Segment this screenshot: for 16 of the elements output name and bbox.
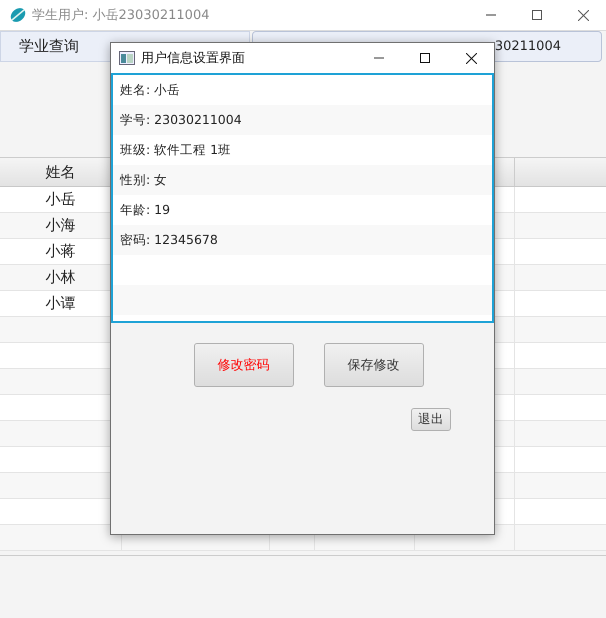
leaf-icon [10,7,26,23]
window-icon [119,51,135,65]
window-title: 学生用户: 小岳23030211004 [32,7,210,24]
info-item[interactable]: 姓名: 小岳 [113,75,492,105]
dialog-title: 用户信息设置界面 [141,50,245,67]
exit-button[interactable]: 退出 [411,408,451,431]
maximize-icon [532,10,542,20]
info-item[interactable]: 学号: 23030211004 [113,105,492,135]
info-item[interactable]: 密码: 12345678 [113,225,492,255]
menu-item[interactable]: 学业查询 [19,37,79,56]
close-icon [578,10,588,20]
maximize-icon [420,53,430,63]
info-item[interactable]: 性别: 女 [113,165,492,195]
close-icon [466,52,476,64]
save-button[interactable]: 保存修改 [324,343,424,387]
user-label: 30211004 [494,39,561,54]
